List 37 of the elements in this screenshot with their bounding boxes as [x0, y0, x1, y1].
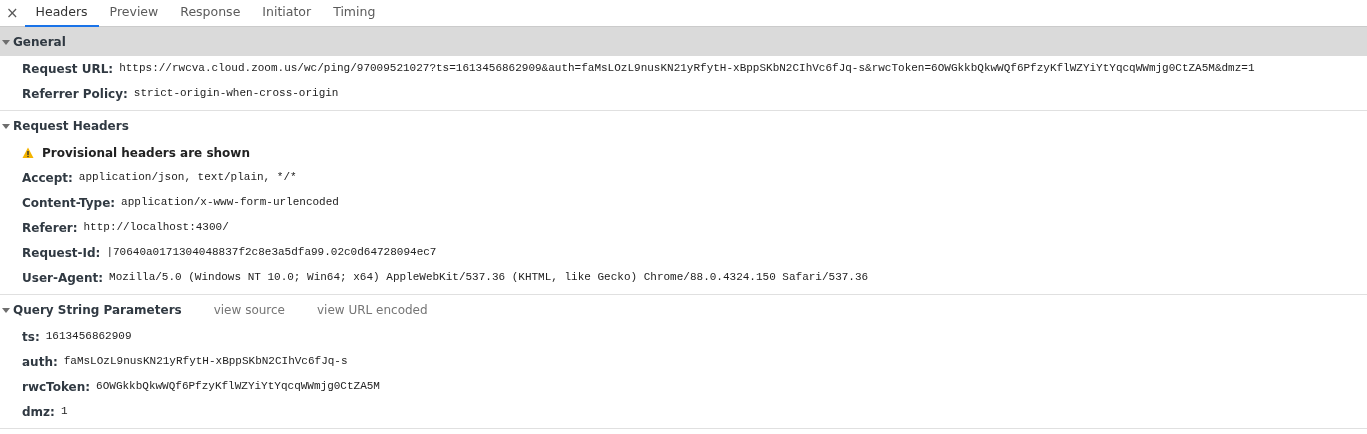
header-value: https://rwcva.cloud.zoom.us/wc/ping/97009521027?ts=1613456862909&auth=faMsLOzL9nusKN21yRfytH-xBppSKbN2CIhVc6fJq-s&rwcToken=6OWGkkbQkwWQf6PfzyKflWZYiYtYqcqWWmjg0CtZA5M&dmz=1 [119, 61, 1255, 77]
header-value: |70640a0171304048837f2c8e3a5dfa99.02c0d64728094ec7 [106, 245, 437, 261]
tab[interactable]: Initiator [251, 0, 323, 27]
header-name: Referer: [22, 219, 78, 237]
section-toggle[interactable]: Request Headers [2, 116, 129, 135]
header-name: User-Agent: [22, 269, 104, 287]
header-value: http://localhost:4300/ [83, 220, 229, 236]
tab[interactable]: Response [169, 0, 252, 27]
header-value: application/json, text/plain, */* [78, 170, 297, 186]
header-name: auth: [22, 353, 58, 371]
tab[interactable]: Timing [322, 0, 387, 27]
view-link[interactable]: view URL encoded [317, 300, 428, 319]
header-value: faMsLOzL9nusKN21yRfytH-xBppSKbN2CIhVc6fJq-s [63, 354, 348, 370]
header-name: dmz: [22, 403, 55, 421]
header-value: 6OWGkkbQkwWQf6PfzyKflWZYiYtYqcqWWmjg0CtZA5M [96, 379, 380, 395]
close-button[interactable]: × [0, 0, 25, 26]
header-name: Referrer Policy: [22, 85, 128, 103]
header-name: Request URL: [22, 60, 114, 78]
header-name: Accept: [22, 169, 73, 187]
section-toggle[interactable]: General [2, 32, 66, 51]
header-value: application/x-www-form-urlencoded [121, 195, 339, 211]
header-value: strict-origin-when-cross-origin [133, 86, 339, 102]
triangle-down-icon [2, 121, 10, 130]
header-name: Request-Id: [22, 244, 101, 262]
tab[interactable]: Preview [98, 0, 170, 27]
header-name: Content-Type: [22, 194, 116, 212]
header-value: Mozilla/5.0 (Windows NT 10.0; Win64; x64) AppleWebKit/537.36 (KHTML, like Gecko) Chrome/88.0.4324.150 Safari/537.36 [109, 270, 869, 286]
warning-icon [22, 146, 34, 159]
triangle-down-icon [2, 305, 10, 314]
view-link[interactable]: view source [213, 300, 285, 319]
warning-text: Provisional headers are shown [42, 144, 250, 162]
section-toggle[interactable]: Query String Parameters [2, 300, 182, 319]
header-name: rwcToken: [22, 378, 91, 396]
header-value: 1613456862909 [45, 329, 132, 345]
header-name: ts: [22, 328, 40, 346]
header-value: 1 [60, 404, 68, 420]
triangle-down-icon [2, 37, 10, 46]
